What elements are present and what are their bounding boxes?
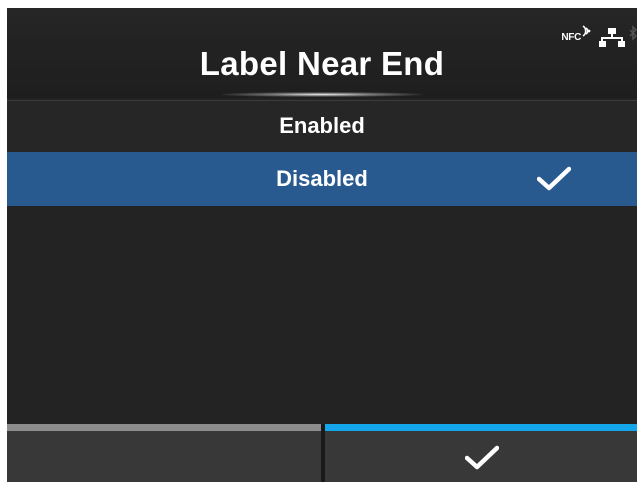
bluetooth-icon <box>629 25 637 41</box>
option-enabled-label: Enabled <box>279 113 365 138</box>
title-underline-glow <box>222 92 422 97</box>
empty-list-area <box>7 206 637 424</box>
back-button[interactable] <box>7 424 321 482</box>
option-disabled-label: Disabled <box>276 166 368 191</box>
header: NFC Label Near End <box>7 8 637 98</box>
footer-button-bar <box>7 424 637 482</box>
confirm-button[interactable] <box>325 424 637 482</box>
settings-screen: NFC Label Near End Enabled Disabled <box>7 8 637 482</box>
page-title: Label Near End <box>199 45 445 82</box>
selected-checkmark-icon <box>537 166 571 191</box>
nfc-label: NFC <box>561 32 581 43</box>
nfc-icon <box>582 25 591 37</box>
option-enabled[interactable]: Enabled <box>7 100 637 154</box>
option-disabled[interactable]: Disabled <box>7 152 637 206</box>
checkmark-icon <box>465 445 499 470</box>
